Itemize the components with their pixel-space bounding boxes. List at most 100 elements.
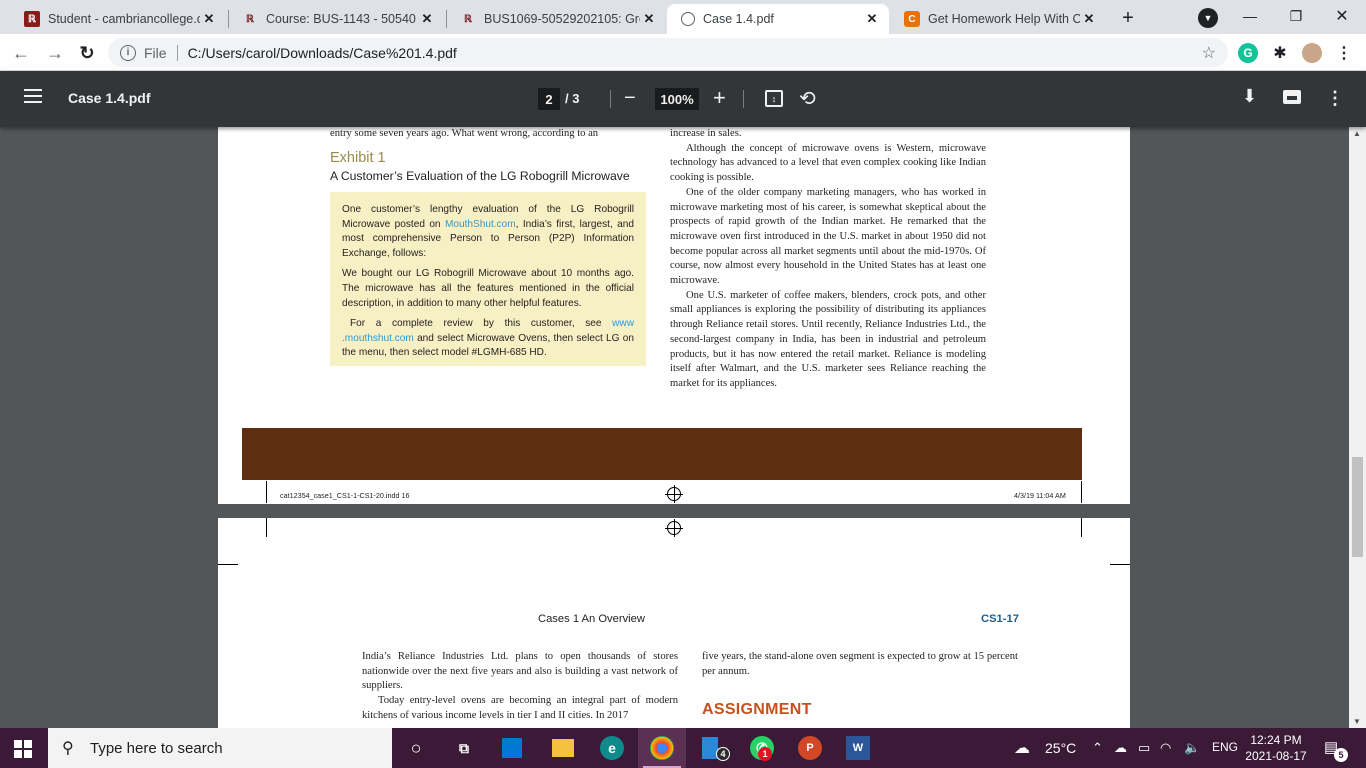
tasks-badge: 4 (716, 747, 730, 761)
wifi-icon[interactable]: ◠ (1160, 740, 1171, 756)
tab-student-cambrian[interactable]: ℝ Student - cambriancollege.ca ✕ (10, 4, 226, 34)
pdf-page: entry some seven years ago. What went wr… (218, 127, 1130, 504)
page-number-input[interactable]: 2 (538, 88, 560, 110)
pdf-viewer[interactable]: entry some seven years ago. What went wr… (0, 127, 1366, 728)
tab-title: Student - cambriancollege.ca (48, 12, 200, 26)
show-hidden-icons[interactable]: ⌃ (1092, 740, 1103, 756)
minimize-icon[interactable]: — (1227, 4, 1273, 28)
cambrian-outline-icon: ℝ (246, 13, 254, 25)
restore-icon[interactable]: ❐ (1273, 4, 1319, 28)
globe-icon (681, 12, 695, 26)
left-column-text: entry some seven years ago. What went wr… (330, 127, 646, 142)
task-view-icon[interactable]: ⧉ (452, 736, 476, 760)
battery-icon[interactable]: ▭ (1138, 740, 1150, 756)
paragraph: Although the concept of microwave ovens … (670, 142, 986, 184)
zoom-out-icon[interactable]: − (624, 87, 636, 110)
close-tab-icon[interactable]: ✕ (640, 10, 658, 28)
tab-title: Get Homework Help With Ch (928, 12, 1080, 26)
system-clock[interactable]: 12:24 PM 2021-08-17 (1243, 732, 1309, 764)
mouthshut-link[interactable]: MouthShut.com (445, 219, 516, 230)
cortana-icon[interactable]: ○ (404, 736, 428, 760)
close-tab-icon[interactable]: ✕ (200, 10, 218, 28)
powerpoint-icon[interactable]: P (798, 736, 822, 760)
close-tab-icon[interactable]: ✕ (418, 10, 436, 28)
tab-bus1069[interactable]: ℝ BUS1069-50529202105: Grou ✕ (446, 4, 666, 34)
paragraph: increase in sales. (670, 128, 742, 139)
page-number-label: CS1-17 (981, 613, 1019, 625)
tab-homework-help[interactable]: C Get Homework Help With Ch ✕ (890, 4, 1106, 34)
search-icon: ⚲ (62, 740, 74, 757)
scroll-up-icon[interactable]: ▲ (1353, 129, 1361, 138)
scrollbar-thumb[interactable] (1352, 457, 1363, 557)
info-icon[interactable]: i (120, 44, 136, 61)
weather-cloud-icon[interactable]: ☁ (1014, 738, 1030, 758)
bookmark-star-icon[interactable]: ☆ (1202, 43, 1216, 63)
reload-icon[interactable]: ↻ (74, 40, 100, 66)
pdf-title: Case 1.4.pdf (68, 90, 151, 106)
print-icon[interactable] (1283, 90, 1301, 104)
fit-to-page-icon[interactable]: ↕ (765, 90, 783, 107)
file-explorer-icon[interactable] (552, 739, 574, 757)
profile-avatar[interactable] (1302, 43, 1322, 63)
exhibit-box: One customer’s lengthy evaluation of the… (330, 192, 646, 366)
pdf-page: Cases 1 An Overview CS1-17 India’s Relia… (218, 518, 1130, 728)
edge-icon[interactable]: e (600, 736, 624, 760)
grammarly-icon[interactable]: G (1238, 43, 1258, 63)
store-icon[interactable] (502, 738, 522, 758)
download-icon[interactable]: ⬇ (1242, 86, 1257, 107)
hamburger-menu-icon[interactable] (24, 89, 42, 109)
close-window-icon[interactable]: ✕ (1319, 4, 1365, 28)
running-head: Cases 1 An Overview (538, 613, 645, 625)
tab-case-pdf[interactable]: Case 1.4.pdf ✕ (667, 4, 889, 34)
zoom-level-input[interactable]: 100% (655, 88, 699, 110)
forward-arrow-icon[interactable]: → (42, 40, 68, 66)
browser-toolbar: ← → ↻ i File C:/Users/carol/Downloads/Ca… (0, 34, 1366, 71)
address-divider (176, 44, 178, 61)
taskbar-search-box[interactable]: ⚲ Type here to search (48, 728, 392, 768)
print-slug-filename: cat12354_case1_CS1-1-CS1-20.indd 16 (280, 491, 410, 500)
tab-title: BUS1069-50529202105: Grou (484, 12, 640, 26)
exhibit-paragraph: One customer’s lengthy evaluation of the… (342, 203, 634, 261)
crop-mark (1110, 564, 1130, 565)
chegg-icon: C (904, 11, 920, 27)
page-count: / 3 (565, 91, 580, 106)
registration-mark-icon (665, 519, 683, 537)
paragraph: five years, the stand-alone oven segment… (702, 651, 1018, 677)
paragraph: One of the older company marketing manag… (670, 186, 986, 287)
pdf-toolbar: Case 1.4.pdf 2 / 3 − 100% + ↕ ⟲ ⬇ ⋮ (0, 71, 1366, 127)
address-bar[interactable]: i File C:/Users/carol/Downloads/Case%201… (108, 38, 1228, 67)
crop-mark (266, 518, 267, 537)
chrome-icon[interactable] (650, 736, 674, 760)
whatsapp-badge: 1 (758, 747, 772, 761)
tab-search-icon[interactable]: ▼ (1198, 8, 1218, 28)
vertical-scrollbar[interactable]: ▲ ▼ (1349, 127, 1366, 728)
volume-icon[interactable]: 🔈 (1184, 740, 1200, 756)
cambrian-logo-icon: ℝ (24, 11, 40, 27)
search-placeholder: Type here to search (90, 739, 223, 757)
footer-color-band (242, 428, 1082, 480)
new-tab-button[interactable]: + (1114, 6, 1142, 30)
close-tab-icon[interactable]: ✕ (1080, 10, 1098, 28)
browser-menu-icon[interactable]: ⋮ (1334, 43, 1354, 63)
weather-temperature[interactable]: 25°C (1045, 740, 1076, 756)
paragraph: Today entry-level ovens are becoming an … (362, 695, 678, 721)
language-indicator[interactable]: ENG (1212, 740, 1238, 754)
word-icon[interactable]: W (846, 736, 870, 760)
windows-taskbar: ⚲ Type here to search ○ ⧉ e 4 ✆ 1 P W ☁ … (0, 728, 1366, 768)
url-text[interactable]: C:/Users/carol/Downloads/Case%201.4.pdf (188, 45, 457, 61)
left-column-text: India’s Reliance Industries Ltd. plans t… (362, 650, 678, 724)
back-arrow-icon[interactable]: ← (8, 40, 34, 66)
more-actions-icon[interactable]: ⋮ (1326, 88, 1344, 109)
extensions-puzzle-icon[interactable]: ✱ (1270, 43, 1290, 63)
paragraph: One U.S. marketer of coffee makers, blen… (670, 289, 986, 389)
tab-course-bus1143[interactable]: ℝ Course: BUS-1143 - 50540 - C ✕ (228, 4, 444, 34)
windows-start-icon[interactable] (14, 740, 32, 758)
tab-title: Case 1.4.pdf (703, 12, 774, 26)
browser-tab-strip: ℝ Student - cambriancollege.ca ✕ ℝ Cours… (0, 0, 1366, 34)
onedrive-icon[interactable]: ☁ (1114, 740, 1127, 756)
rotate-icon[interactable]: ⟲ (799, 86, 816, 111)
close-tab-icon[interactable]: ✕ (863, 10, 881, 28)
toolbar-divider (610, 90, 611, 108)
zoom-in-icon[interactable]: + (713, 85, 726, 111)
scroll-down-icon[interactable]: ▼ (1353, 717, 1361, 726)
